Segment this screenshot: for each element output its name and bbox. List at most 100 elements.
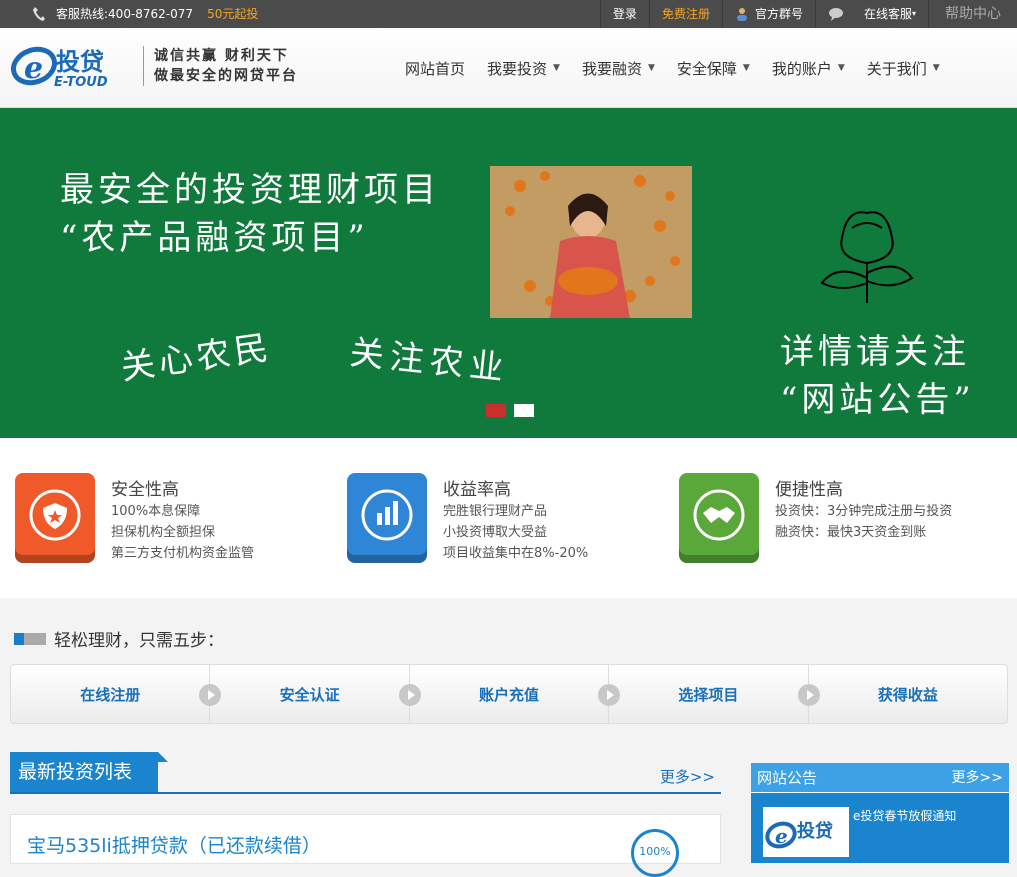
feature-title: 便捷性高 bbox=[775, 480, 843, 500]
notice-header: 网站公告 更多>> bbox=[751, 763, 1009, 793]
login-link[interactable]: 登录 bbox=[599, 0, 649, 28]
feature-description: 100%本息保障 担保机构全额担保第三方支付机构资金监管 bbox=[111, 501, 254, 564]
nav-item-0[interactable]: 网站首页 bbox=[405, 58, 465, 79]
step-2[interactable]: 账户充值 bbox=[410, 665, 621, 723]
phone-icon bbox=[33, 7, 45, 21]
hero-banner[interactable]: 最安全的投资理财项目 “农产品融资项目” 关心农民 关注农业 详情请关注 “网站… bbox=[0, 108, 1017, 438]
carousel-dots bbox=[486, 404, 534, 417]
latest-investments-panel: 最新投资列表 更多>> 宝马535li抵押贷款（已还款续借） 100% bbox=[10, 752, 721, 877]
arrow-right-icon bbox=[398, 684, 421, 706]
slogan-line-2: 做最安全的网贷平台 bbox=[154, 68, 298, 84]
features-section: 安全性高 100%本息保障 担保机构全额担保 第三方支付机构资金监管 收益率高 完胜银行理… bbox=[0, 438, 1017, 598]
chat-icon bbox=[828, 8, 843, 21]
nav-item-label: 我要融资 bbox=[581, 59, 642, 78]
step-label: 在线注册 bbox=[80, 685, 141, 704]
register-label: 免费注册 bbox=[661, 7, 710, 21]
progress-circle: 100% bbox=[631, 829, 679, 877]
banner-right-text: 详情请关注 “网站公告” bbox=[780, 328, 975, 424]
steps-title: 轻松理财，只需五步： bbox=[54, 631, 224, 651]
feature-line: 第三方支付机构资金监管 bbox=[111, 546, 255, 561]
feature-title: 安全性高 bbox=[111, 480, 179, 500]
register-link[interactable]: 免费注册 bbox=[648, 0, 722, 28]
nav-item-4[interactable]: 我的账户 ▼ bbox=[772, 58, 845, 79]
handshake-icon bbox=[679, 473, 759, 563]
step-0[interactable]: 在线注册 bbox=[11, 665, 222, 723]
top-links: 登录 免费注册 官方群号 在线客服 ▾ 帮助中心 bbox=[599, 0, 1017, 28]
svg-text:E-TOUD: E-TOUD bbox=[54, 75, 108, 90]
steps-bar: 在线注册 安全认证 账户充值 选择项目 获得收益 bbox=[10, 664, 1008, 724]
notice-more-link[interactable]: 更多>> bbox=[952, 763, 1003, 792]
feature-description: 完胜银行理财产品 小投资博取大受益 项目收益集中在8%-20% bbox=[443, 501, 588, 564]
caret-down-icon: ▼ bbox=[742, 63, 750, 73]
list-tab[interactable]: 最新投资列表 bbox=[10, 752, 168, 792]
steps-heading: 轻松理财，只需五步： bbox=[14, 626, 224, 651]
step-1[interactable]: 安全认证 bbox=[210, 665, 421, 723]
online-service-link[interactable]: 在线客服 ▾ bbox=[814, 0, 928, 28]
site-header: e 投贷 E-TOUD 诚信共赢 财利天下 做最安全的网贷平台 网站首页 我要投资… bbox=[0, 28, 1017, 108]
site-slogan: 诚信共赢 财利天下 做最安全的网贷平台 bbox=[143, 46, 298, 86]
caret-down-icon: ▼ bbox=[647, 63, 655, 73]
list-item[interactable]: 宝马535li抵押贷款（已还款续借） 100% bbox=[10, 814, 721, 877]
feature-description: 投资快：3分钟完成注册与投资 融资快：最快3天资金到账 bbox=[775, 501, 952, 543]
svg-text:投贷: 投贷 bbox=[797, 820, 833, 842]
nav-item-label: 我要投资 bbox=[487, 59, 548, 78]
banner-title-line-2: “农产品融资项目” bbox=[60, 218, 369, 258]
site-logo[interactable]: e 投贷 E-TOUD bbox=[10, 40, 136, 92]
banner-title: 最安全的投资理财项目 “农产品融资项目” bbox=[60, 166, 440, 262]
notice-item[interactable]: e投贷春节放假通知 bbox=[853, 807, 956, 824]
carousel-dot-2[interactable] bbox=[514, 404, 534, 417]
user-group-icon bbox=[736, 8, 747, 21]
logo-graphic: e 投贷 E-TOUD bbox=[11, 46, 108, 90]
banner-left-text: 关心农民 bbox=[118, 327, 275, 389]
svg-text:e: e bbox=[24, 51, 43, 86]
list-more-link[interactable]: 更多>> bbox=[660, 766, 715, 787]
feature-line: 项目收益集中在8%-20% bbox=[443, 546, 589, 561]
flower-illustration bbox=[812, 203, 922, 313]
banner-title-line-1: 最安全的投资理财项目 bbox=[60, 170, 440, 210]
shield-icon bbox=[15, 473, 95, 563]
feature-0: 安全性高 100%本息保障 担保机构全额担保 第三方支付机构资金监管 bbox=[15, 473, 335, 565]
investment-title[interactable]: 宝马535li抵押贷款（已还款续借） bbox=[27, 831, 321, 858]
banner-photo bbox=[490, 166, 692, 318]
caret-down-icon: ▼ bbox=[837, 63, 845, 73]
main-nav: 网站首页 我要投资 ▼ 我要融资 ▼ 安全保障 ▼ 我的账户 ▼ 关于我们 ▼ bbox=[405, 28, 962, 108]
step-label: 安全认证 bbox=[279, 685, 340, 704]
nav-item-1[interactable]: 我要投资 ▼ bbox=[487, 58, 560, 79]
nav-item-3[interactable]: 安全保障 ▼ bbox=[677, 58, 750, 79]
hotline-area: 客服热线:400-8762-077 50元起投 bbox=[32, 0, 258, 28]
svg-text:e: e bbox=[775, 824, 788, 848]
feature-line: 融资快：最快3天资金到账 bbox=[775, 525, 927, 540]
nav-item-2[interactable]: 我要融资 ▼ bbox=[582, 58, 655, 79]
step-3[interactable]: 选择项目 bbox=[609, 665, 820, 723]
nav-item-5[interactable]: 关于我们 ▼ bbox=[867, 58, 940, 79]
hotline-text: 客服热线:400-8762-077 bbox=[56, 7, 194, 21]
feature-line: 完胜银行理财产品 bbox=[443, 504, 548, 519]
caret-down-icon: ▼ bbox=[553, 63, 560, 73]
feature-line: 担保机构全额担保 bbox=[111, 525, 216, 540]
feature-1: 收益率高 完胜银行理财产品 小投资博取大受益 项目收益集中在8%-20% bbox=[347, 473, 667, 565]
chevron-down-icon: ▾ bbox=[911, 9, 916, 18]
group-link[interactable]: 官方群号 bbox=[721, 0, 815, 28]
promo-text[interactable]: 50元起投 bbox=[207, 0, 258, 28]
feature-2: 便捷性高 投资快：3分钟完成注册与投资 融资快：最快3天资金到账 bbox=[679, 473, 999, 565]
help-center-link[interactable]: 帮助中心 bbox=[928, 0, 1017, 28]
step-4[interactable]: 获得收益 bbox=[809, 665, 1007, 723]
help-center-label: 帮助中心 bbox=[945, 6, 1001, 22]
banner-right-line-2: “网站公告” bbox=[780, 380, 975, 420]
banner-right-line-1: 详情请关注 bbox=[780, 332, 970, 372]
carousel-dot-1[interactable] bbox=[486, 404, 506, 417]
nav-item-label: 我的账户 bbox=[771, 59, 832, 78]
feature-line: 投资快：3分钟完成注册与投资 bbox=[775, 504, 953, 519]
online-service-label: 在线客服 bbox=[863, 7, 912, 21]
step-label: 选择项目 bbox=[678, 685, 739, 704]
slogan-line-1: 诚信共赢 财利天下 bbox=[154, 48, 289, 64]
banner-mid-text: 关注农业 bbox=[347, 332, 512, 390]
feature-line: 100%本息保障 bbox=[111, 504, 201, 519]
step-label: 获得收益 bbox=[877, 685, 938, 704]
list-header: 最新投资列表 更多>> bbox=[10, 752, 721, 794]
nav-item-label: 网站首页 bbox=[405, 59, 466, 78]
step-label: 账户充值 bbox=[479, 685, 540, 704]
nav-item-label: 关于我们 bbox=[866, 59, 927, 78]
group-label: 官方群号 bbox=[754, 7, 803, 21]
logo-text: 投贷 bbox=[56, 48, 104, 76]
